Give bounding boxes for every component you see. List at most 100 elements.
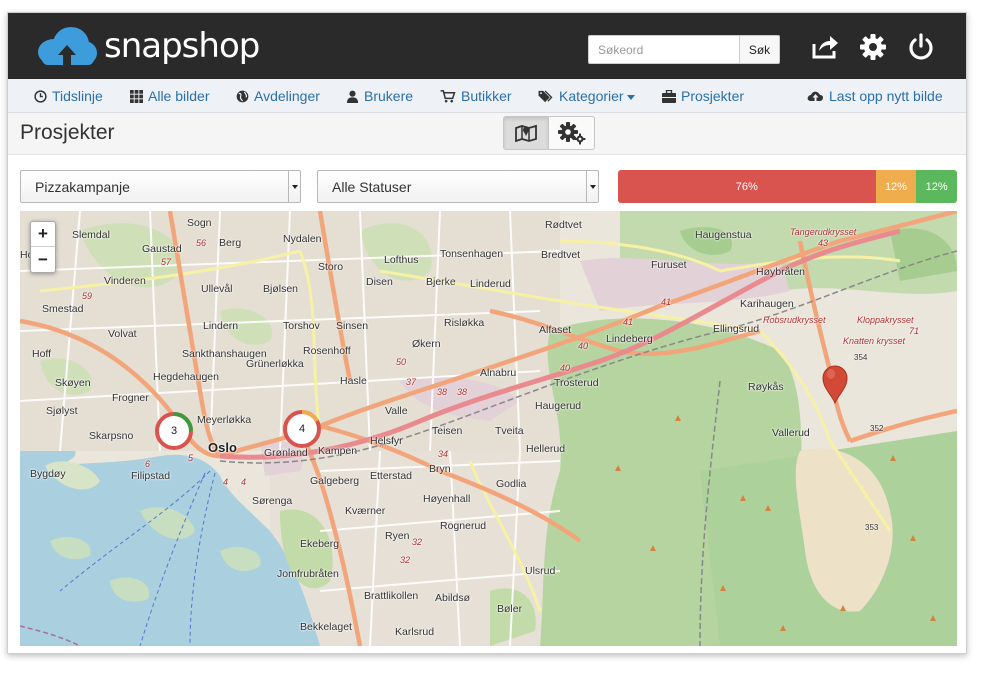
main-nav: Tidslinje Alle bilder Avdelinger Brukere… [8,79,966,113]
route-number: 4 [223,477,229,487]
nav-last-opp[interactable]: Last opp nytt bilde [807,88,943,104]
nav-brukere[interactable]: Brukere [346,88,413,104]
route-number: 41 [661,297,672,307]
place-label: Disen [366,276,393,288]
place-label: Frogner [112,392,149,404]
route-number: 32 [412,537,423,547]
cluster-count: 3 [170,425,178,437]
nav-tidslinje[interactable]: Tidslinje [34,88,103,104]
map-pin-icon [822,365,848,405]
place-label: Sjølyst [46,405,78,417]
search-input[interactable] [588,35,739,64]
place-label: Brattlikollen [364,590,419,602]
place-label: Rosenhoff [303,345,351,357]
place-label: Høybråten [756,266,806,278]
zoom-out-button[interactable]: − [31,247,55,272]
place-label: Galgeberg [310,475,360,487]
nav-label: Tidslinje [52,88,103,104]
map-icon [515,124,537,143]
app-window: snapshop Søk Tidslinje Alle bilder [7,12,967,654]
nav-butikker[interactable]: Butikker [440,88,512,104]
place-label: Alfaset [539,324,572,336]
route-number: 40 [578,341,589,351]
briefcase-icon [662,89,676,103]
dropdown-caret-icon [626,94,635,100]
map-view-button[interactable] [503,116,549,150]
clock-icon [34,89,47,103]
top-actions [810,32,936,62]
place-label: Hoff [32,348,52,360]
place-label: Ullevål [201,283,233,295]
page-header: Prosjekter [8,113,966,155]
project-select[interactable]: Pizzakampanje [20,170,301,203]
place-label: Trosterud [554,377,599,389]
route-number: 354 [854,353,868,362]
place-label: Bryn [429,463,451,475]
place-label: Kværner [345,505,386,517]
place-label: Bekkelaget [300,621,352,633]
place-label: Smestad [42,303,84,315]
route-number: 50 [396,357,407,367]
nav-alle-bilder[interactable]: Alle bilder [130,88,209,104]
logo[interactable]: snapshop [34,25,260,67]
cluster-count: 4 [298,423,306,435]
place-label: Torshov [283,320,320,332]
road-name: Robsrudkrysset [763,315,826,325]
cloud-logo-icon [38,27,97,65]
place-label: Slemdal [72,229,110,241]
route-number: 38 [457,387,468,397]
nav-label: Last opp nytt bilde [829,88,943,104]
place-label: Skarpsno [89,430,134,442]
route-number: 71 [909,326,920,336]
map-view[interactable]: Sogn Slemdal Gaustad Berg Nydalen Holmen… [20,211,957,646]
road-name: Tangerudkrysset [790,227,857,237]
road-name: Kloppakrysset [857,315,914,325]
place-label: Karlsrud [395,626,435,638]
share-icon[interactable] [810,32,840,62]
place-label: Tveita [495,425,524,437]
search-button[interactable]: Søk [739,35,780,64]
gears-icon [557,122,585,145]
nav-kategorier[interactable]: Kategorier [538,88,635,104]
view-toggle [503,116,595,150]
place-label: Ellingsrud [713,323,760,335]
place-label: Alnabru [480,367,517,379]
place-label: Gaustad [142,243,182,255]
place-label: Ulsrud [525,565,556,577]
place-label: Helsfyr [370,435,403,447]
route-number: 43 [818,238,829,248]
place-label: Abildsø [435,592,471,604]
route-number: 353 [865,523,879,532]
place-label: Lindern [203,320,239,332]
nav-label: Brukere [364,88,414,104]
zoom-in-button[interactable]: + [31,222,55,247]
nav-prosjekter[interactable]: Prosjekter [662,88,744,104]
nav-label: Kategorier [559,88,624,104]
top-bar: snapshop Søk [8,13,966,79]
place-label: Oslo [208,440,237,455]
power-icon[interactable] [906,32,936,62]
map-cluster-marker[interactable]: 4 [282,409,322,449]
place-label: Furuset [651,259,687,271]
place-label: Røykås [748,381,784,393]
user-icon [346,90,359,103]
route-number: 56 [196,238,207,248]
place-label: Bøler [497,603,523,615]
status-segment-orange: 12% [875,170,917,203]
place-label: Nydalen [283,233,322,245]
status-select-value: Alle Statuser [332,179,412,195]
place-label: Godlia [496,478,527,490]
route-number: 41 [623,317,634,327]
route-number: 40 [560,363,571,373]
nav-avdelinger[interactable]: Avdelinger [236,88,320,104]
settings-view-button[interactable] [549,116,595,150]
status-select[interactable]: Alle Statuser [317,170,599,203]
nav-label: Alle bilder [148,88,210,104]
place-label: Ryen [385,530,410,542]
place-label: Berg [219,237,242,249]
route-number: 6 [145,459,151,469]
map-cluster-marker[interactable]: 3 [154,411,194,451]
place-label: Tonsenhagen [440,248,504,260]
map-pin-marker[interactable] [821,364,849,409]
gear-icon[interactable] [858,32,888,62]
